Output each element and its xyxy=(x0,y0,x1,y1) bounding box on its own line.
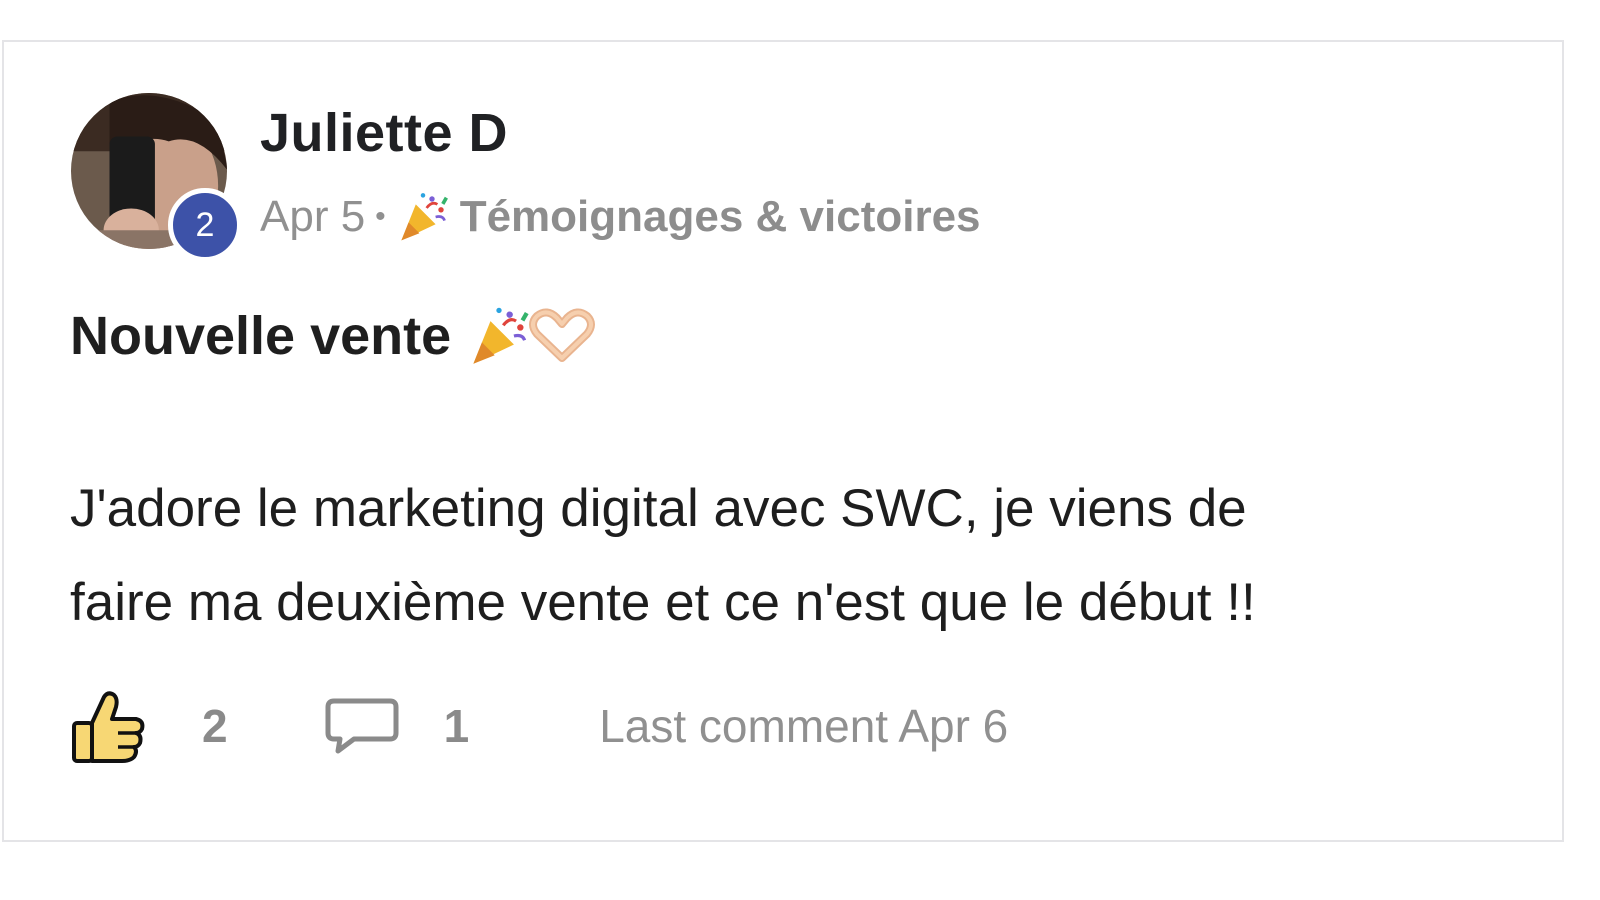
comment-bubble-icon[interactable] xyxy=(324,695,400,757)
post-title-text: Nouvelle vente xyxy=(70,306,452,366)
author-name[interactable]: Juliette D xyxy=(260,102,508,164)
party-popper-icon xyxy=(473,307,529,364)
thumbs-up-icon[interactable] xyxy=(70,689,148,763)
meta-separator: • xyxy=(375,200,386,233)
category-link[interactable]: Témoignages & victoires xyxy=(460,192,981,242)
post-meta: Apr 5 • Témoignages & victoires xyxy=(260,190,981,244)
post-title[interactable]: Nouvelle vente xyxy=(70,304,596,368)
post-footer: 2 1 Last comment Apr 6 xyxy=(70,686,1008,766)
post-body-line: faire ma deuxième vente et ce n'est que … xyxy=(70,573,1256,632)
post-body: J'adore le marketing digital avec SWC, j… xyxy=(70,462,1510,650)
author-avatar-container[interactable]: 2 xyxy=(70,92,242,262)
post-card[interactable]: 2 Juliette D Apr 5 • Témoignages & victo… xyxy=(2,40,1564,842)
comment-count: 1 xyxy=(443,700,470,752)
like-count: 2 xyxy=(202,700,228,752)
heart-hands-icon xyxy=(529,308,596,362)
last-comment-link[interactable]: Last comment Apr 6 xyxy=(599,699,1008,753)
level-badge: 2 xyxy=(168,188,242,262)
post-body-line: J'adore le marketing digital avec SWC, j… xyxy=(70,479,1247,538)
post-date[interactable]: Apr 5 xyxy=(260,192,365,242)
party-popper-icon xyxy=(401,193,448,241)
